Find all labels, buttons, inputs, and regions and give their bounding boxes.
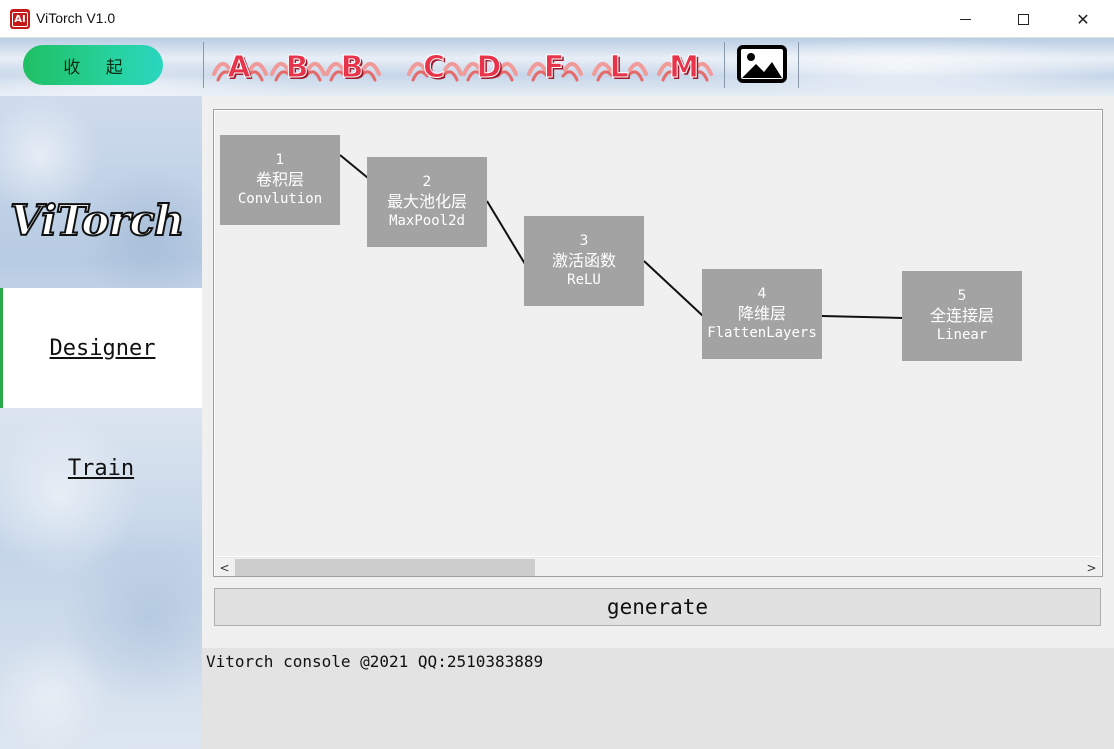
layer-button-l[interactable]: LL [590, 40, 650, 90]
layer-node[interactable]: 5 全连接层 Linear [902, 271, 1022, 361]
node-number: 1 [275, 152, 285, 168]
letter-b-icon: BB [325, 50, 381, 87]
node-name-cn: 卷积层 [255, 170, 304, 189]
node-name-en: ReLU [567, 272, 601, 288]
node-name-en: Linear [936, 327, 988, 343]
sidebar: ViTorch Designer Train [0, 96, 202, 749]
node-name-en: FlattenLayers [707, 325, 817, 341]
letter-a-icon: AA [212, 50, 268, 87]
svg-text:B: B [341, 50, 364, 85]
toolbar-separator [203, 42, 204, 88]
letter-l-icon: LL [592, 50, 648, 87]
node-name-en: Convlution [237, 191, 323, 207]
layer-node[interactable]: 3 激活函数 ReLU [524, 216, 644, 306]
node-number: 3 [579, 233, 589, 249]
node-name-en: MaxPool2d [389, 213, 465, 229]
close-icon: ✕ [1076, 9, 1090, 29]
horizontal-scrollbar[interactable]: < > [215, 557, 1101, 576]
collapse-button[interactable]: 收 起 [23, 45, 163, 85]
console-output: Vitorch console @2021 QQ:2510383889 [202, 648, 1114, 749]
connector-line [339, 154, 369, 179]
maximize-button[interactable] [1000, 0, 1046, 38]
layer-button-b[interactable]: BB [323, 40, 383, 90]
close-button[interactable]: ✕ [1060, 0, 1106, 38]
layer-node[interactable]: 1 卷积层 Convlution [220, 135, 340, 225]
designer-canvas[interactable]: 1 卷积层 Convlution 2 最大池化层 MaxPool2d 3 激活函… [215, 111, 1101, 556]
scroll-right-icon[interactable]: > [1082, 558, 1101, 577]
scroll-left-icon[interactable]: < [215, 558, 234, 577]
svg-text:B: B [286, 50, 309, 85]
svg-text:D: D [477, 50, 502, 85]
svg-text:M: M [669, 50, 699, 85]
nav-designer-label: Designer [49, 335, 156, 361]
svg-text:C: C [423, 50, 445, 85]
toolbar: 收 起 AABBBBCCDDFFLLMM [0, 38, 1114, 96]
minimize-icon [959, 18, 971, 20]
connector-line [643, 260, 704, 317]
image-button[interactable] [736, 44, 788, 84]
node-name-cn: 全连接层 [929, 306, 994, 325]
window-title: ViTorch V1.0 [36, 10, 116, 26]
letter-m-icon: MM [657, 50, 713, 87]
title-bar: AI ViTorch V1.0 ✕ [0, 0, 1114, 38]
image-icon [737, 45, 787, 83]
layer-button-d[interactable]: DD [460, 40, 520, 90]
scroll-thumb[interactable] [235, 559, 535, 576]
app-logo-icon: AI [10, 9, 30, 29]
layer-button-b[interactable]: BB [268, 40, 328, 90]
node-number: 4 [757, 286, 767, 302]
toolbar-separator [798, 42, 799, 88]
layer-button-m[interactable]: MM [655, 40, 715, 90]
node-number: 5 [957, 288, 967, 304]
main-panel: 1 卷积层 Convlution 2 最大池化层 MaxPool2d 3 激活函… [202, 96, 1114, 749]
letter-b-icon: BB [270, 50, 326, 87]
node-name-cn: 激活函数 [551, 251, 616, 270]
nav-train[interactable]: Train [0, 408, 202, 528]
nav-designer[interactable]: Designer [0, 288, 202, 408]
svg-text:F: F [544, 50, 565, 85]
layer-button-f[interactable]: FF [525, 40, 585, 90]
layer-button-a[interactable]: AA [210, 40, 270, 90]
layer-node[interactable]: 2 最大池化层 MaxPool2d [367, 157, 487, 247]
toolbar-separator [724, 42, 725, 88]
connector-line [486, 200, 526, 265]
generate-button[interactable]: generate [214, 588, 1101, 626]
letter-f-icon: FF [527, 50, 583, 87]
connector-line [821, 315, 904, 319]
layer-button-c[interactable]: CC [405, 40, 465, 90]
node-number: 2 [422, 174, 432, 190]
svg-text:A: A [227, 50, 251, 85]
node-name-cn: 最大池化层 [386, 192, 467, 211]
svg-text:L: L [609, 50, 628, 85]
app-logo-text: AI [12, 11, 28, 27]
designer-canvas-frame: 1 卷积层 Convlution 2 最大池化层 MaxPool2d 3 激活函… [213, 109, 1103, 577]
minimize-button[interactable] [942, 0, 988, 38]
letter-d-icon: DD [462, 50, 518, 87]
maximize-icon [1017, 13, 1029, 25]
letter-c-icon: CC [407, 50, 463, 87]
layer-node[interactable]: 4 降维层 FlattenLayers [702, 269, 822, 359]
app-logo: ViTorch [9, 195, 186, 246]
nav-train-label: Train [67, 455, 135, 481]
node-name-cn: 降维层 [737, 304, 786, 323]
